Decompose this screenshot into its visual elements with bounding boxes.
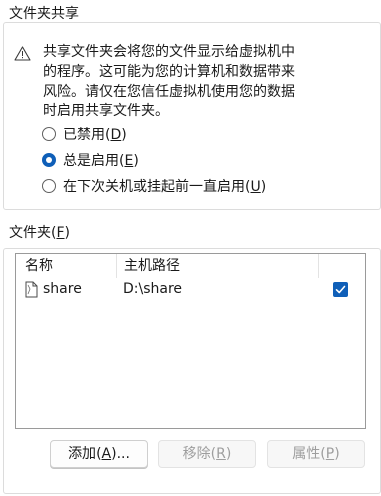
column-header-name[interactable]: 名称 [18, 254, 116, 278]
radio-disabled[interactable]: 已禁用(D) [42, 124, 127, 144]
warning-text-line-3: 风险。请仅在您信任虚拟机使用您的数据 [43, 84, 295, 100]
radio-until-poweroff[interactable]: 在下次关机或挂起前一直启用(U) [42, 176, 266, 196]
warning-text-line-4: 时启用共享文件夹。 [43, 103, 169, 119]
radio-until-poweroff-circle[interactable] [42, 179, 56, 193]
row-host-path-cell: D:\share [123, 281, 183, 297]
column-header-host-path[interactable]: 主机路径 [117, 254, 317, 278]
radio-disabled-label[interactable]: 已禁用(D) [63, 124, 127, 144]
folder-sharing-group-label: 文件夹共享 [9, 6, 82, 22]
warning-text-line-1: 共享文件夹会将您的文件显示给虚拟机中 [43, 44, 295, 60]
radio-always-enabled[interactable]: 总是启用(E) [42, 150, 139, 170]
folders-group-label: 文件夹(F) [9, 225, 73, 241]
row-name-cell: share [43, 281, 82, 297]
properties-button[interactable]: 属性(P) [267, 440, 365, 468]
radio-always-enabled-circle[interactable] [42, 153, 56, 167]
radio-disabled-circle[interactable] [42, 127, 56, 141]
file-icon [25, 281, 38, 298]
shared-folders-list[interactable]: 名称 主机路径 share D:\share [15, 253, 366, 429]
row-enabled-checkbox[interactable] [333, 282, 348, 297]
remove-button[interactable]: 移除(R) [158, 440, 256, 468]
warning-text-line-2: 的程序。这可能为您的计算机和数据带来 [43, 64, 295, 80]
add-button[interactable]: 添加(A)... [50, 440, 148, 468]
column-separator[interactable] [318, 254, 319, 278]
table-row[interactable]: share D:\share [16, 278, 365, 300]
warning-triangle-icon [14, 46, 31, 61]
radio-until-poweroff-label[interactable]: 在下次关机或挂起前一直启用(U) [63, 176, 266, 196]
list-header: 名称 主机路径 [16, 254, 365, 279]
radio-always-enabled-label[interactable]: 总是启用(E) [63, 150, 139, 170]
checkmark-icon [335, 285, 346, 294]
